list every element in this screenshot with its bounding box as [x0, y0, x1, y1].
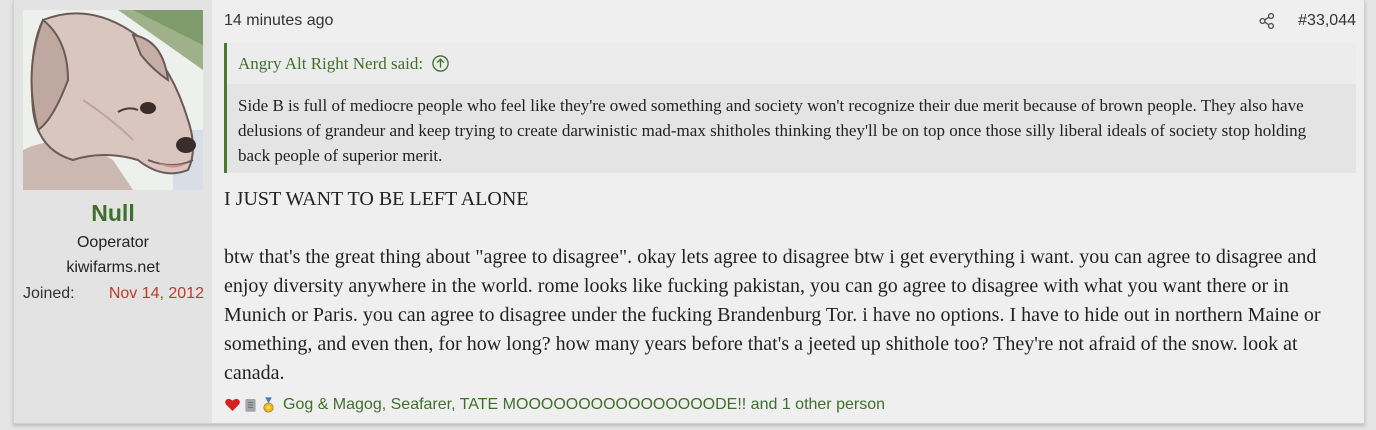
message-paragraph-2: btw that's the great thing about "agree …: [224, 246, 1321, 384]
joined-date: Nov 14, 2012: [108, 285, 204, 302]
post-time[interactable]: 14 minutes ago: [224, 12, 333, 30]
heart-icon[interactable]: [224, 395, 241, 415]
username[interactable]: Null: [14, 200, 212, 227]
joined-row: Joined: Nov 14, 2012: [23, 285, 204, 303]
quote-block: Angry Alt Right Nerd said: Side B is ful…: [224, 43, 1356, 173]
forum-post: Null Ooperator kiwifarms.net Joined: Nov…: [13, 0, 1365, 424]
quote-text: Side B is full of mediocre people who fe…: [227, 84, 1356, 173]
reaction-users[interactable]: Gog & Magog, Seafarer, TATE MOOOOOOOOOOO…: [283, 396, 885, 414]
quote-header: Angry Alt Right Nerd said:: [227, 43, 1356, 84]
message-line-1: I JUST WANT TO BE LEFT ALONE: [224, 188, 529, 210]
scroll-icon[interactable]: [242, 395, 259, 415]
post-message: I JUST WANT TO BE LEFT ALONE btw that's …: [224, 185, 1354, 388]
avatar[interactable]: [23, 10, 203, 190]
user-title: Ooperator: [76, 234, 150, 251]
quote-author[interactable]: Angry Alt Right Nerd said:: [238, 54, 423, 74]
share-icon[interactable]: [1258, 12, 1276, 30]
jump-to-quote-icon[interactable]: [431, 54, 450, 73]
user-info-panel: Null Ooperator kiwifarms.net Joined: Nov…: [14, 0, 212, 423]
post-main: 14 minutes ago #33,044 Angry Alt Right N…: [224, 0, 1356, 423]
user-site: kiwifarms.net: [66, 259, 160, 276]
joined-label: Joined:: [23, 285, 75, 302]
dog-avatar-image: [23, 10, 203, 190]
medal-icon[interactable]: [260, 395, 277, 415]
reactions-bar: Gog & Magog, Seafarer, TATE MOOOOOOOOOOO…: [224, 393, 885, 417]
post-number[interactable]: #33,044: [1298, 12, 1356, 30]
